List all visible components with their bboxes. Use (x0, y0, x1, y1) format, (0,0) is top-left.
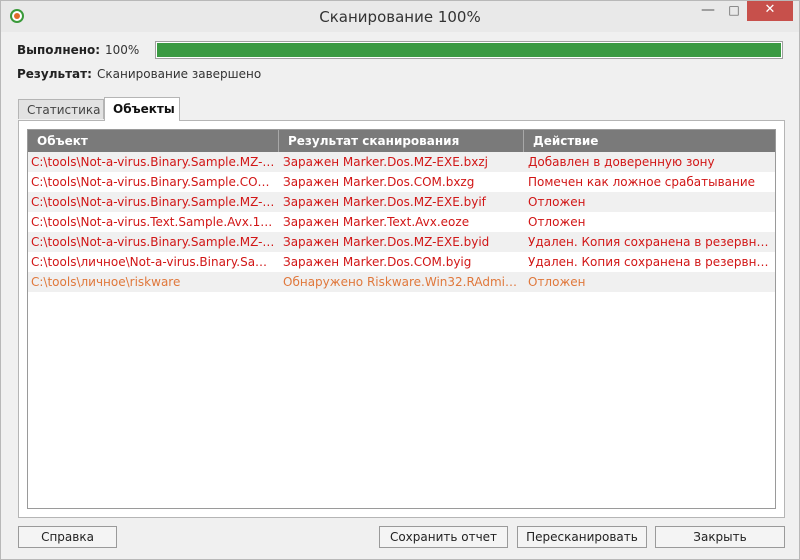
close-button[interactable]: Закрыть (655, 526, 785, 548)
scan-progress-bar (155, 41, 783, 59)
cell-action: Отложен (528, 195, 586, 209)
maximize-button[interactable]: □ (721, 1, 747, 21)
scan-window: Сканирование 100% — □ ✕ Выполнено: 100% … (0, 0, 800, 560)
objects-table: Объект Результат сканирования Действие C… (27, 129, 776, 509)
result-label: Результат: (17, 67, 92, 81)
cell-scan-result: Обнаружено Riskware.Win32.RAdmin.fw… (283, 275, 520, 289)
cell-action: Добавлен в доверенную зону (528, 155, 715, 169)
table-row[interactable]: C:\tools\Not-a-virus.Binary.Sample.COM.3… (28, 172, 775, 192)
tab-objects[interactable]: Объекты (104, 97, 180, 121)
cell-action: Помечен как ложное срабатывание (528, 175, 756, 189)
objects-panel: Объект Результат сканирования Действие C… (18, 120, 785, 518)
table-row[interactable]: C:\tools\личное\riskware Обнаружено Riskw… (28, 272, 775, 292)
cell-scan-result: Заражен Marker.Dos.MZ-EXE.byid (283, 235, 490, 249)
column-header-object[interactable]: Объект (28, 130, 279, 152)
title-bar[interactable]: Сканирование 100% — □ ✕ (1, 1, 799, 32)
cell-action: Удален. Копия сохранена в резервном х… (528, 235, 773, 249)
cell-object: C:\tools\Not-a-virus.Binary.Sample.MZ-EX… (31, 235, 276, 249)
table-row[interactable]: C:\tools\личное\Not-a-virus.Binary.Sampl… (28, 252, 775, 272)
scan-progress-fill (157, 43, 781, 57)
column-header-scan-result[interactable]: Результат сканирования (279, 130, 524, 152)
help-button[interactable]: Справка (18, 526, 117, 548)
column-header-action[interactable]: Действие (524, 130, 775, 152)
cell-object: C:\tools\личное\Not-a-virus.Binary.Sampl… (31, 255, 276, 269)
cell-action: Удален. Копия сохранена в резервном х… (528, 255, 773, 269)
done-value: 100% (105, 43, 140, 57)
minimize-button[interactable]: — (695, 1, 721, 21)
cell-scan-result: Заражен Marker.Dos.MZ-EXE.bxzj (283, 155, 488, 169)
rescan-button[interactable]: Пересканировать (517, 526, 647, 548)
tab-statistics[interactable]: Статистика (18, 99, 104, 119)
close-window-button[interactable]: ✕ (747, 1, 793, 21)
table-row[interactable]: C:\tools\Not-a-virus.Binary.Sample.MZ-EX… (28, 152, 775, 172)
cell-object: C:\tools\Not-a-virus.Text.Sample.Avx.16.… (31, 215, 276, 229)
save-report-button[interactable]: Сохранить отчет (379, 526, 508, 548)
cell-object: C:\tools\Not-a-virus.Binary.Sample.COM.3… (31, 175, 276, 189)
done-label: Выполнено: (17, 43, 101, 57)
table-row[interactable]: C:\tools\Not-a-virus.Binary.Sample.MZ-EX… (28, 192, 775, 212)
result-value: Сканирование завершено (97, 67, 262, 81)
window-title: Сканирование 100% (319, 8, 481, 26)
table-header: Объект Результат сканирования Действие (28, 130, 775, 152)
table-row[interactable]: C:\tools\Not-a-virus.Text.Sample.Avx.16.… (28, 212, 775, 232)
cell-scan-result: Заражен Marker.Dos.COM.bxzg (283, 175, 475, 189)
table-row[interactable]: C:\tools\Not-a-virus.Binary.Sample.MZ-EX… (28, 232, 775, 252)
cell-scan-result: Заражен Marker.Dos.COM.byig (283, 255, 472, 269)
cell-scan-result: Заражен Marker.Text.Avx.eoze (283, 215, 470, 229)
cell-object: C:\tools\личное\riskware (31, 275, 181, 289)
cell-action: Отложен (528, 275, 586, 289)
cell-object: C:\tools\Not-a-virus.Binary.Sample.MZ-EX… (31, 155, 276, 169)
cell-object: C:\tools\Not-a-virus.Binary.Sample.MZ-EX… (31, 195, 276, 209)
cell-scan-result: Заражен Marker.Dos.MZ-EXE.byif (283, 195, 486, 209)
cell-action: Отложен (528, 215, 586, 229)
